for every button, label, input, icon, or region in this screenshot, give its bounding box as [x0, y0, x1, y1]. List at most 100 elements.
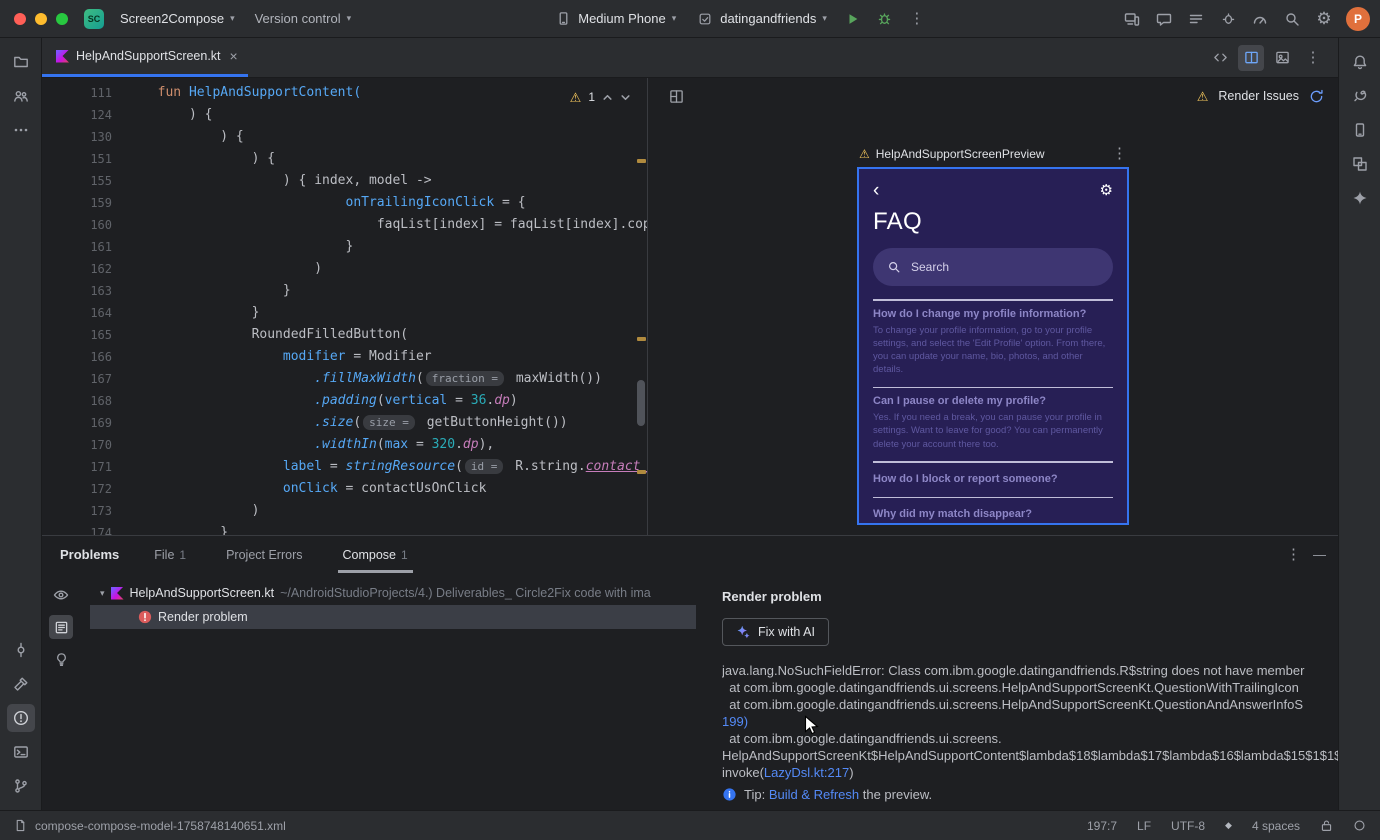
device-selector[interactable]: Medium Phone ▾ — [546, 6, 684, 32]
gradle-tool-button[interactable] — [1346, 82, 1374, 110]
tab-project-errors[interactable]: Project Errors — [221, 536, 307, 573]
preview-settings-gear-icon[interactable]: ⚙ — [1100, 183, 1113, 198]
caret-position[interactable]: 197:7 — [1087, 819, 1117, 833]
profiler-button[interactable] — [1246, 5, 1274, 33]
editor-more-button[interactable]: ⋮ — [1300, 45, 1326, 71]
resource-manager-tool-button[interactable] — [1346, 150, 1374, 178]
next-problem-icon[interactable] — [620, 92, 631, 103]
code-line[interactable]: 160 faqList[index] = faqList[index].copy… — [42, 214, 647, 236]
code-line[interactable]: 130 ) { — [42, 126, 647, 148]
code-line[interactable]: 162 ) — [42, 258, 647, 280]
code-line[interactable]: 151 ) { — [42, 148, 647, 170]
logcat-button[interactable] — [1182, 5, 1210, 33]
code-line[interactable]: 159 onTrailingIconClick = { — [42, 192, 647, 214]
project-selector[interactable]: Screen2Compose ▾ — [112, 7, 243, 30]
code-editor[interactable]: 111 fun HelpAndSupportContent(124 ) {130… — [42, 78, 648, 535]
debug-button[interactable] — [871, 5, 899, 33]
build-refresh-icon[interactable] — [1309, 89, 1324, 104]
device-manager-tool-button[interactable] — [1346, 116, 1374, 144]
split-view-button[interactable] — [1238, 44, 1264, 71]
indent-setting[interactable]: 4 spaces — [1252, 819, 1300, 833]
app-quality-insights-button[interactable] — [1214, 5, 1242, 33]
tree-file-row[interactable]: ▾ HelpAndSupportScreen.kt ~/AndroidStudi… — [80, 581, 710, 605]
preview-name[interactable]: HelpAndSupportScreenPreview — [876, 147, 1045, 161]
fix-with-ai-button[interactable]: Fix with AI — [722, 618, 829, 646]
settings-button[interactable]: ⚙ — [1310, 5, 1338, 33]
close-window-button[interactable] — [14, 12, 26, 25]
tab-close-icon[interactable]: × — [230, 49, 238, 63]
code-line[interactable]: 174 } — [42, 522, 647, 535]
build-tool-button[interactable] — [7, 670, 35, 698]
minimize-window-button[interactable] — [35, 12, 47, 25]
panel-options-icon[interactable]: ⋮ — [1286, 547, 1301, 562]
version-control-tool-button[interactable] — [7, 772, 35, 800]
run-config-selector[interactable]: datingandfriends ▾ — [688, 6, 835, 32]
line-ending[interactable]: LF — [1137, 819, 1151, 833]
inspections-widget[interactable]: ⚠ 1 — [570, 90, 631, 104]
user-avatar[interactable]: P — [1346, 6, 1370, 31]
editor-scrollbar[interactable] — [637, 380, 645, 426]
build-refresh-link[interactable]: Build & Refresh — [769, 787, 859, 802]
prev-problem-icon[interactable] — [602, 92, 613, 103]
render-issues-label[interactable]: Render Issues — [1218, 89, 1299, 103]
tree-problem-row[interactable]: Render problem — [90, 605, 696, 629]
minimize-panel-icon[interactable]: — — [1313, 547, 1326, 562]
faq-question[interactable]: How do I block or report someone? — [873, 473, 1113, 485]
more-tool-windows-button[interactable] — [7, 116, 35, 144]
faq-question[interactable]: Can I pause or delete my profile? — [873, 395, 1113, 407]
tab-file[interactable]: File 1 — [149, 536, 191, 573]
editor-tab[interactable]: HelpAndSupportScreen.kt × — [42, 38, 248, 77]
status-file-name[interactable]: compose-compose-model-1758748140651.xml — [35, 819, 286, 833]
commit-tool-button[interactable] — [7, 636, 35, 664]
preview-layout-button[interactable] — [662, 82, 690, 110]
code-line[interactable]: 172 onClick = contactUsOnClick — [42, 478, 647, 500]
code-line[interactable]: 155 ) { index, model -> — [42, 170, 647, 192]
terminal-tool-button[interactable] — [7, 738, 35, 766]
status-indicator-icon[interactable] — [1353, 819, 1366, 832]
code-line[interactable]: 166 modifier = Modifier — [42, 346, 647, 368]
project-tool-button[interactable] — [7, 48, 35, 76]
tab-compose[interactable]: Compose 1 — [337, 536, 413, 573]
code-line[interactable]: 165 RoundedFilledButton( — [42, 324, 647, 346]
show-details-button[interactable] — [49, 615, 73, 639]
running-devices-button[interactable] — [1118, 5, 1146, 33]
faq-question[interactable]: How do I change my profile information? — [873, 308, 1113, 320]
code-line[interactable]: 173 ) — [42, 500, 647, 522]
code-line[interactable]: 164 } — [42, 302, 647, 324]
code-line[interactable]: 111 fun HelpAndSupportContent( — [42, 82, 647, 104]
more-actions-button[interactable]: ⋮ — [903, 5, 931, 33]
preview-kebab-icon[interactable]: ⋮ — [1112, 146, 1127, 161]
back-icon[interactable]: ‹ — [873, 181, 879, 200]
code-line[interactable]: 171 label = stringResource(id = R.string… — [42, 456, 647, 478]
code-line[interactable]: 167 .fillMaxWidth(fraction = maxWidth()) — [42, 368, 647, 390]
ai-assistant-button[interactable] — [1150, 5, 1178, 33]
run-button[interactable] — [839, 5, 867, 33]
gemini-tool-button[interactable] — [1346, 184, 1374, 212]
view-options-button[interactable] — [49, 583, 73, 607]
stack-trace-link[interactable]: LazyDsl.kt:217 — [764, 765, 849, 780]
design-view-button[interactable] — [1269, 45, 1295, 71]
warning-stripe-mark[interactable] — [637, 470, 646, 474]
code-line[interactable]: 124 ) { — [42, 104, 647, 126]
notifications-tool-button[interactable] — [1346, 48, 1374, 76]
search-everywhere-button[interactable] — [1278, 5, 1306, 33]
warning-stripe-mark[interactable] — [637, 159, 646, 163]
stack-trace-link[interactable]: 199) — [722, 714, 748, 729]
highlight-level-icon[interactable]: ◆ — [1225, 820, 1232, 831]
lock-icon[interactable] — [1320, 819, 1333, 832]
code-line[interactable]: 163 } — [42, 280, 647, 302]
faq-question[interactable]: Why did my match disappear? — [873, 508, 1113, 520]
faq-search-bar[interactable]: Search — [873, 248, 1113, 286]
pull-requests-tool-button[interactable] — [7, 82, 35, 110]
problems-tool-button[interactable] — [6, 704, 35, 732]
warning-stripe-mark[interactable] — [637, 337, 646, 341]
code-line[interactable]: 168 .padding(vertical = 36.dp) — [42, 390, 647, 412]
quick-fix-button[interactable] — [49, 647, 73, 671]
zoom-window-button[interactable] — [56, 12, 68, 25]
preview-frame[interactable]: ‹ ⚙ FAQ Search How do I change my profil… — [857, 167, 1129, 525]
code-line[interactable]: 169 .size(size = getButtonHeight()) — [42, 412, 647, 434]
code-line[interactable]: 161 } — [42, 236, 647, 258]
file-encoding[interactable]: UTF-8 — [1171, 819, 1205, 833]
code-view-button[interactable] — [1207, 45, 1233, 71]
vcs-selector[interactable]: Version control ▾ — [247, 7, 360, 30]
